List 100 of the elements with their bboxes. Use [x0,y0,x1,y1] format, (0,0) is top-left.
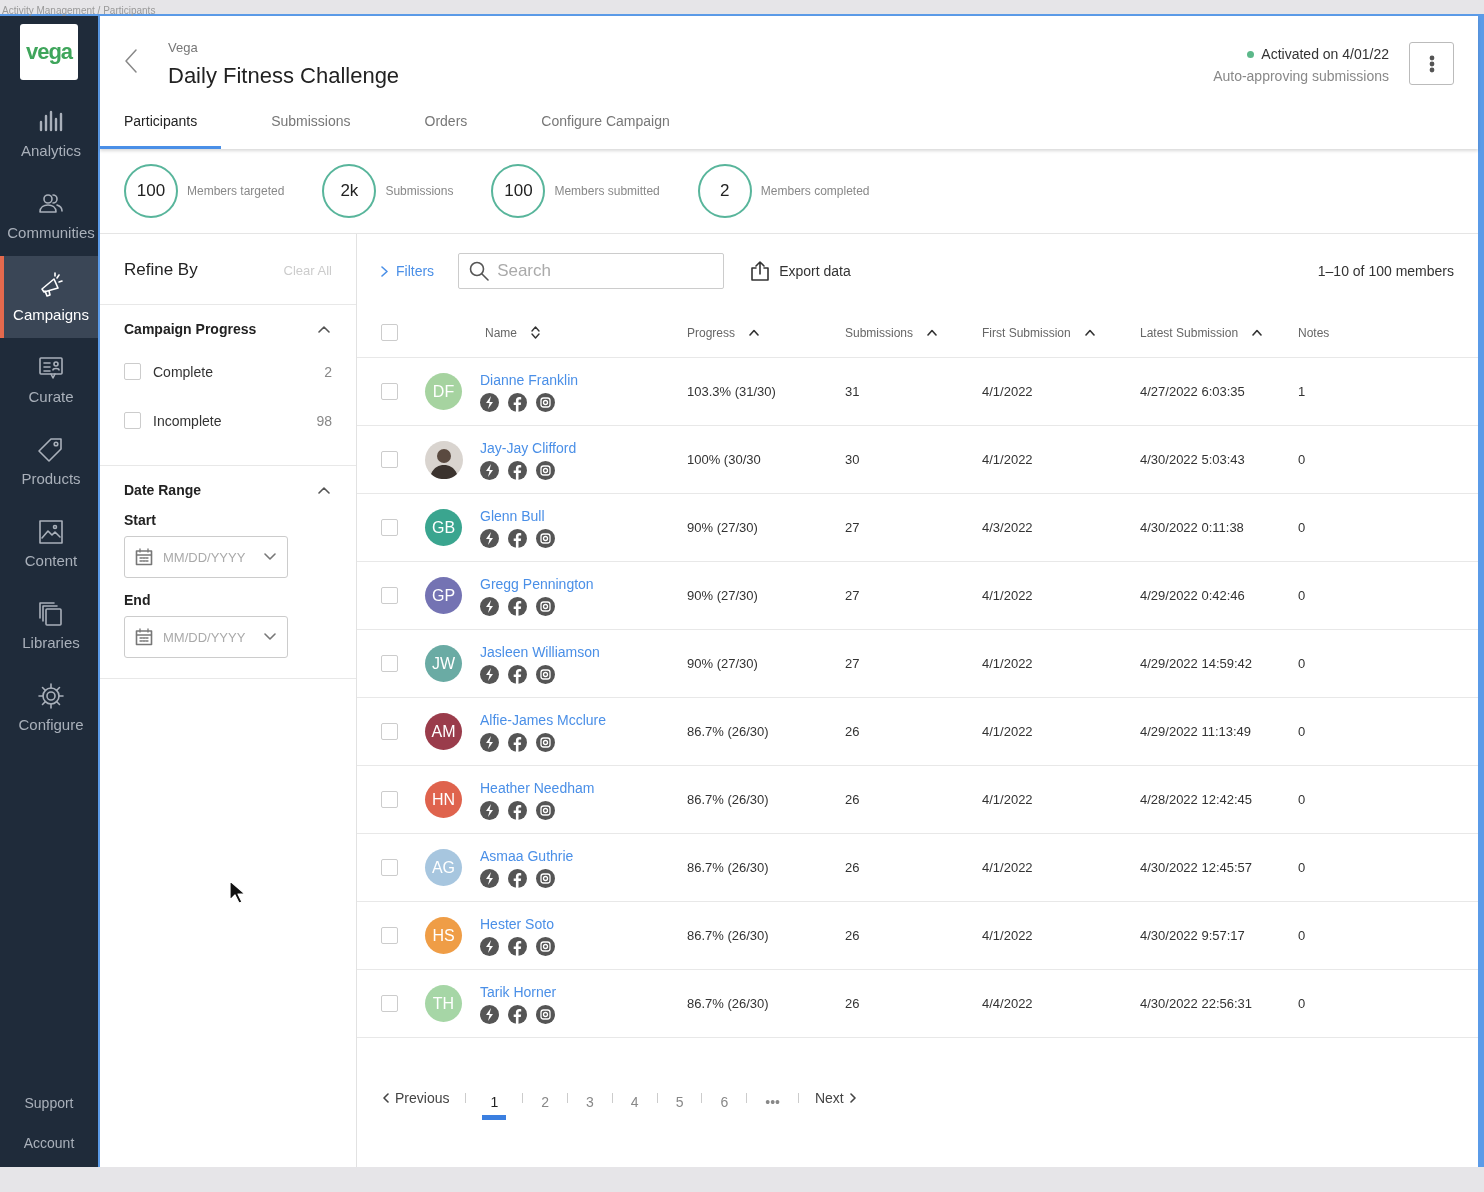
bolt-icon [480,936,499,956]
tab[interactable]: Orders [400,103,492,149]
submission-count: 31 [845,384,860,399]
bolt-icon [480,596,499,616]
panel-title: Refine By [124,260,198,280]
more-icon [1428,54,1435,73]
latest-submission-date: 4/30/2022 0:11:38 [1140,520,1244,535]
collapse-button[interactable] [316,484,332,496]
checkbox[interactable] [124,412,141,429]
tag-icon [37,435,65,464]
notes-count: 1 [1298,384,1306,399]
option-count: 2 [324,363,332,380]
checkbox[interactable] [381,655,398,672]
bolt-icon [480,800,499,820]
first-submission-date: 4/1/2022 [982,792,1033,807]
more-button[interactable] [1409,42,1454,85]
stat-label: Members submitted [554,184,660,198]
notes-count: 0 [1298,724,1306,739]
logo[interactable]: vega [20,24,78,80]
tab[interactable]: Submissions [247,103,375,149]
chevron-right-icon [381,265,388,277]
checkbox[interactable] [381,723,398,740]
member-name-link[interactable]: Tarik Horner [480,983,557,1000]
page-button[interactable]: 3 [584,1089,596,1120]
facebook-icon [508,460,527,480]
checkbox[interactable] [381,324,398,341]
checkbox[interactable] [124,363,141,380]
checkbox[interactable] [381,451,398,468]
instagram-icon [536,392,555,412]
avatar: JW [425,645,462,682]
facebook-icon [508,1004,527,1024]
column-header[interactable]: First Submission [982,325,1071,340]
latest-submission-date: 4/30/2022 12:45:57 [1140,860,1253,875]
avatar-silhouette-icon [425,440,463,479]
facebook-icon [508,868,527,888]
facebook-icon [508,392,527,412]
bolt-icon [480,528,499,548]
member-name-link[interactable]: Jay-Jay Clifford [480,439,577,456]
progress-value: 103.3% (31/30) [687,384,776,399]
member-name-link[interactable]: Dianne Franklin [480,371,579,388]
sort-up-icon [1084,329,1095,336]
member-name-link[interactable]: Hester Soto [480,915,554,932]
column-header[interactable]: Name [485,325,517,340]
progress-value: 86.7% (26/30) [687,724,769,739]
search-icon [469,261,490,281]
filters-link[interactable]: Filters [381,263,435,279]
page-button[interactable]: 5 [673,1089,686,1120]
search-field[interactable]: Search [458,253,725,289]
nav-item[interactable]: Curate [0,338,98,420]
member-name-link[interactable]: Asmaa Guthrie [480,847,574,864]
nav-link[interactable]: Support [0,1087,98,1127]
member-name-link[interactable]: Heather Needham [480,779,595,796]
latest-submission-date: 4/28/2022 12:42:45 [1140,792,1253,807]
nav-item[interactable]: Communities [0,174,98,256]
date-field[interactable]: MM/DD/YYYY [124,536,288,578]
progress-value: 90% (27/30) [687,520,758,535]
submission-count: 26 [845,928,860,943]
avatar: AM [425,713,462,750]
checkbox[interactable] [381,791,398,808]
checkbox[interactable] [381,859,398,876]
member-name-link[interactable]: Alfie-James Mcclure [480,711,607,728]
column-header[interactable]: Progress [687,325,736,340]
page-button[interactable]: 1 [482,1089,507,1120]
nav-item[interactable]: Configure [0,666,98,748]
nav-item[interactable]: Content [0,502,98,584]
tab[interactable]: Configure Campaign [517,103,694,149]
latest-submission-date: 4/30/2022 22:56:31 [1140,996,1253,1011]
checkbox[interactable] [381,587,398,604]
member-name-link[interactable]: Gregg Pennington [480,575,594,592]
checkbox[interactable] [381,995,398,1012]
date-field[interactable]: MM/DD/YYYY [124,616,288,658]
previous-button[interactable]: Previous [383,1089,450,1106]
first-submission-date: 4/1/2022 [982,724,1033,739]
page-button[interactable]: 4 [628,1089,641,1120]
more-pages-button[interactable]: ••• [763,1089,782,1120]
column-header[interactable]: Latest Submission [1140,325,1239,340]
tab[interactable]: Participants [100,103,222,149]
chevron-left-icon [383,1092,389,1103]
chevron-down-icon [264,553,276,561]
page-button[interactable]: 6 [718,1089,731,1120]
stat-value: 100 [124,164,178,218]
page-button[interactable]: 2 [539,1089,552,1120]
nav-item[interactable]: Products [0,420,98,502]
column-header[interactable]: Notes [1298,325,1330,340]
next-button[interactable]: Next [814,1089,856,1106]
member-name-link[interactable]: Glenn Bull [480,507,545,524]
nav-link[interactable]: Account [0,1127,98,1167]
collapse-button[interactable] [316,323,332,335]
checkbox[interactable] [381,927,398,944]
nav-item[interactable]: Libraries [0,584,98,666]
member-name-link[interactable]: Jasleen Williamson [480,643,600,660]
chevron-right-icon [849,1092,856,1103]
nav-item[interactable]: Campaigns [0,256,98,338]
nav-item[interactable]: Analytics [0,92,98,174]
checkbox[interactable] [381,383,398,400]
progress-value: 86.7% (26/30) [687,860,769,875]
export-button[interactable]: Export data [750,261,851,281]
checkbox[interactable] [381,519,398,536]
bolt-icon [480,732,499,752]
column-header[interactable]: Submissions [845,325,914,340]
